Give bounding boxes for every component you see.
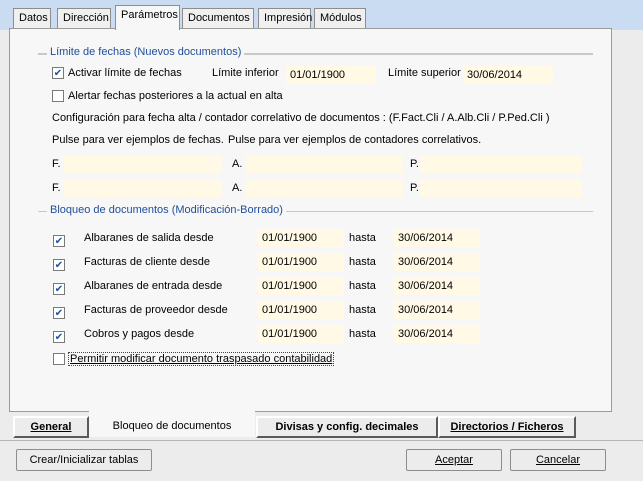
tab-label: Datos [19, 12, 48, 24]
tab-direccion[interactable]: Dirección [57, 8, 111, 28]
p-label: P. [410, 182, 419, 194]
fechas-group-legend: Límite de fechas (Nuevos documentos) [47, 46, 245, 58]
tab-label: General [30, 421, 72, 433]
facturas-proveedor-checkbox[interactable]: ✔ [53, 307, 65, 319]
permitir-modificar-checkbox[interactable] [53, 353, 65, 365]
albaranes-entrada-checkbox[interactable]: ✔ [53, 283, 65, 295]
cancelar-button[interactable]: Cancelar [510, 449, 606, 471]
f-field[interactable] [64, 179, 221, 197]
facturas-cliente-checkbox[interactable]: ✔ [53, 259, 65, 271]
p-field[interactable] [420, 155, 581, 173]
bloqueo-group-legend: Bloqueo de documentos (Modificación-Borr… [47, 204, 286, 216]
permitir-modificar-label: Permitir modificar documento traspasado … [68, 352, 335, 366]
tab-parametros[interactable]: Parámetros [115, 5, 180, 30]
tab-modulos[interactable]: Módulos [314, 8, 366, 28]
button-label: Crear/Inicializar tablas [29, 454, 139, 466]
tab-label: Documentos [188, 12, 250, 24]
to-date-field[interactable]: 30/06/2014 [394, 301, 480, 319]
to-date-field[interactable]: 30/06/2014 [394, 325, 480, 343]
button-label: Aceptar [435, 454, 473, 466]
limite-superior-label: Límite superior [388, 67, 461, 79]
row-label: Albaranes de salida desde [84, 232, 214, 244]
parameters-panel: Límite de fechas (Nuevos documentos) ✔ A… [9, 28, 612, 412]
hasta-label: hasta [349, 304, 376, 316]
tab-divisas[interactable]: Divisas y config. decimales [256, 416, 438, 438]
to-date-field[interactable]: 30/06/2014 [394, 253, 480, 271]
from-date-field[interactable]: 01/01/1900 [258, 301, 344, 319]
config-text: Configuración para fecha alta / contador… [52, 112, 550, 124]
tab-label: Divisas y config. decimales [275, 421, 419, 433]
hasta-label: hasta [349, 328, 376, 340]
hasta-label: hasta [349, 280, 376, 292]
row-label: Cobros y pagos desde [84, 328, 195, 340]
p-field[interactable] [420, 179, 581, 197]
limite-inferior-field[interactable]: 01/01/1900 [286, 66, 376, 84]
p-label: P. [410, 158, 419, 170]
from-date-field[interactable]: 01/01/1900 [258, 277, 344, 295]
activar-limite-checkbox[interactable]: ✔ [52, 67, 64, 79]
crear-inicializar-button[interactable]: Crear/Inicializar tablas [16, 449, 152, 471]
hasta-label: hasta [349, 256, 376, 268]
a-field[interactable] [246, 155, 403, 173]
alertar-fechas-label: Alertar fechas posteriores a la actual e… [68, 90, 283, 102]
albaranes-salida-checkbox[interactable]: ✔ [53, 235, 65, 247]
button-label: Cancelar [535, 454, 581, 466]
to-date-field[interactable]: 30/06/2014 [394, 229, 480, 247]
footer-divider [0, 440, 643, 441]
tab-label: Módulos [320, 12, 362, 24]
f-label: F. [52, 158, 61, 170]
tab-impresion[interactable]: Impresión [258, 8, 313, 28]
tab-directorios[interactable]: Directorios / Ficheros [438, 416, 576, 438]
from-date-field[interactable]: 01/01/1900 [258, 325, 344, 343]
tab-label: Impresión [264, 12, 313, 24]
aceptar-button[interactable]: Aceptar [406, 449, 502, 471]
cobros-pagos-checkbox[interactable]: ✔ [53, 331, 65, 343]
limite-inferior-label: Límite inferior [212, 67, 279, 79]
a-field[interactable] [246, 179, 403, 197]
row-label: Albaranes de entrada desde [84, 280, 223, 292]
limite-superior-field[interactable]: 30/06/2014 [463, 66, 553, 84]
tab-label: Bloqueo de documentos [112, 420, 232, 432]
a-label: A. [232, 158, 243, 170]
row-label: Facturas de cliente desde [84, 256, 210, 268]
row-label: Facturas de proveedor desde [84, 304, 228, 316]
to-date-field[interactable]: 30/06/2014 [394, 277, 480, 295]
from-date-field[interactable]: 01/01/1900 [258, 229, 344, 247]
pulse-contadores-link[interactable]: Pulse para ver ejemplos de contadores co… [228, 134, 481, 146]
tab-documentos[interactable]: Documentos [182, 8, 254, 28]
alertar-fechas-checkbox[interactable] [52, 90, 64, 102]
tab-datos[interactable]: Datos [13, 8, 51, 28]
from-date-field[interactable]: 01/01/1900 [258, 253, 344, 271]
tab-label: Dirección [63, 12, 109, 24]
a-label: A. [232, 182, 243, 194]
f-field[interactable] [64, 155, 221, 173]
tab-general[interactable]: General [13, 416, 89, 438]
hasta-label: hasta [349, 232, 376, 244]
tab-label: Directorios / Ficheros [450, 421, 564, 433]
pulse-fechas-link[interactable]: Pulse para ver ejemplos de fechas. [52, 134, 224, 146]
activar-limite-label: Activar límite de fechas [68, 67, 182, 79]
tab-bloqueo-documentos[interactable]: Bloqueo de documentos [89, 411, 255, 437]
f-label: F. [52, 182, 61, 194]
tab-label: Parámetros [121, 9, 178, 21]
